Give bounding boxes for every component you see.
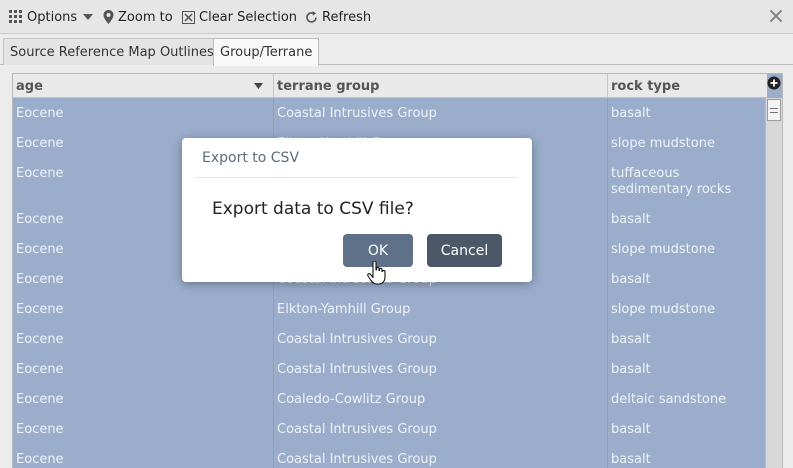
cell-age: Eocene xyxy=(16,452,64,467)
grid-header: age terrane group rock type xyxy=(13,74,767,98)
clear-selection-button[interactable]: Clear Selection xyxy=(182,0,297,34)
table-row[interactable]: Eocene Coastal Intrusives Group basalt xyxy=(13,324,767,354)
cell-terrane-group: Coastal Intrusives Group xyxy=(277,422,437,437)
cell-rock-type: slope mudstone xyxy=(611,302,715,317)
options-label: Options xyxy=(27,9,78,25)
hand-pointer-cursor-icon xyxy=(367,261,386,285)
tab-group-terrane[interactable]: Group/Terrane xyxy=(213,38,320,66)
refresh-button[interactable]: Refresh xyxy=(305,0,371,34)
clear-selection-icon xyxy=(182,10,195,24)
zoom-to-button[interactable]: Zoom to xyxy=(103,0,173,34)
map-marker-icon xyxy=(103,10,114,24)
cell-terrane-group: Coastal Intrusives Group xyxy=(277,452,437,467)
table-row[interactable]: Eocene Elkton-Yamhill Group slope mudsto… xyxy=(13,294,767,324)
scrollbar-thumb[interactable] xyxy=(767,99,781,121)
zoom-to-label: Zoom to xyxy=(118,9,173,25)
cell-terrane-group: Elkton-Yamhill Group xyxy=(277,302,411,317)
dialog-divider xyxy=(196,177,518,178)
add-column-icon[interactable] xyxy=(767,76,781,90)
cell-age: Eocene xyxy=(16,332,64,347)
cell-terrane-group: Coastal Intrusives Group xyxy=(277,362,437,377)
cell-rock-type: basalt xyxy=(611,422,651,437)
cell-rock-type: basalt xyxy=(611,452,651,467)
cell-terrane-group: Coastal Intrusives Group xyxy=(277,332,437,347)
cell-terrane-group: Coaledo-Cowlitz Group xyxy=(277,392,426,407)
cell-rock-type: basalt xyxy=(611,362,651,377)
sort-descending-icon xyxy=(254,83,263,89)
cell-rock-type: deltaic sandstone xyxy=(611,392,727,407)
cell-rock-type: basalt xyxy=(611,332,651,347)
cell-age: Eocene xyxy=(16,392,64,407)
cell-rock-type: tuffaceous sedimentary rocks xyxy=(611,166,732,197)
cancel-button[interactable]: Cancel xyxy=(427,234,502,267)
table-row[interactable]: Eocene Coastal Intrusives Group basalt xyxy=(13,98,767,128)
cell-rock-type: basalt xyxy=(611,106,651,121)
close-icon[interactable] xyxy=(768,8,784,24)
caret-down-icon xyxy=(83,14,94,20)
cell-age: Eocene xyxy=(16,106,64,121)
dialog-title: Export to CSV xyxy=(202,150,300,166)
column-header-terrane-group[interactable]: terrane group xyxy=(274,74,608,98)
cell-rock-type: basalt xyxy=(611,212,651,227)
clear-selection-label: Clear Selection xyxy=(199,9,298,25)
grid-icon xyxy=(9,10,22,23)
table-row[interactable]: Eocene Coastal Intrusives Group basalt xyxy=(13,444,767,468)
column-header-age-label: age xyxy=(16,78,43,94)
cell-rock-type: slope mudstone xyxy=(611,242,715,257)
cell-age: Eocene xyxy=(16,302,64,317)
tab-bar: Source Reference Map Outlines Group/Terr… xyxy=(0,34,793,66)
options-menu-button[interactable]: Options xyxy=(9,0,98,34)
cell-age: Eocene xyxy=(16,362,64,377)
dialog-message: Export data to CSV file? xyxy=(212,199,414,219)
table-row[interactable]: Eocene Coaledo-Cowlitz Group deltaic san… xyxy=(13,384,767,414)
column-header-rock-type[interactable]: rock type xyxy=(608,74,767,98)
table-row[interactable]: Eocene Coastal Intrusives Group basalt xyxy=(13,354,767,384)
refresh-icon xyxy=(306,10,317,23)
table-row[interactable]: Eocene Coastal Intrusives Group basalt xyxy=(13,414,767,444)
cell-age: Eocene xyxy=(16,422,64,437)
column-header-age[interactable]: age xyxy=(13,74,274,98)
cell-rock-type: slope mudstone xyxy=(611,136,715,151)
cell-rock-type: basalt xyxy=(611,272,651,287)
toolbar: Options Zoom to Clear Selection Refresh xyxy=(0,0,793,34)
tab-source-reference-map-outlines[interactable]: Source Reference Map Outlines xyxy=(3,38,221,65)
refresh-label: Refresh xyxy=(322,9,372,25)
cell-terrane-group: Coastal Intrusives Group xyxy=(277,106,437,121)
export-csv-dialog: Export to CSV Export data to CSV file? O… xyxy=(182,138,532,282)
vertical-scrollbar[interactable] xyxy=(765,98,782,468)
